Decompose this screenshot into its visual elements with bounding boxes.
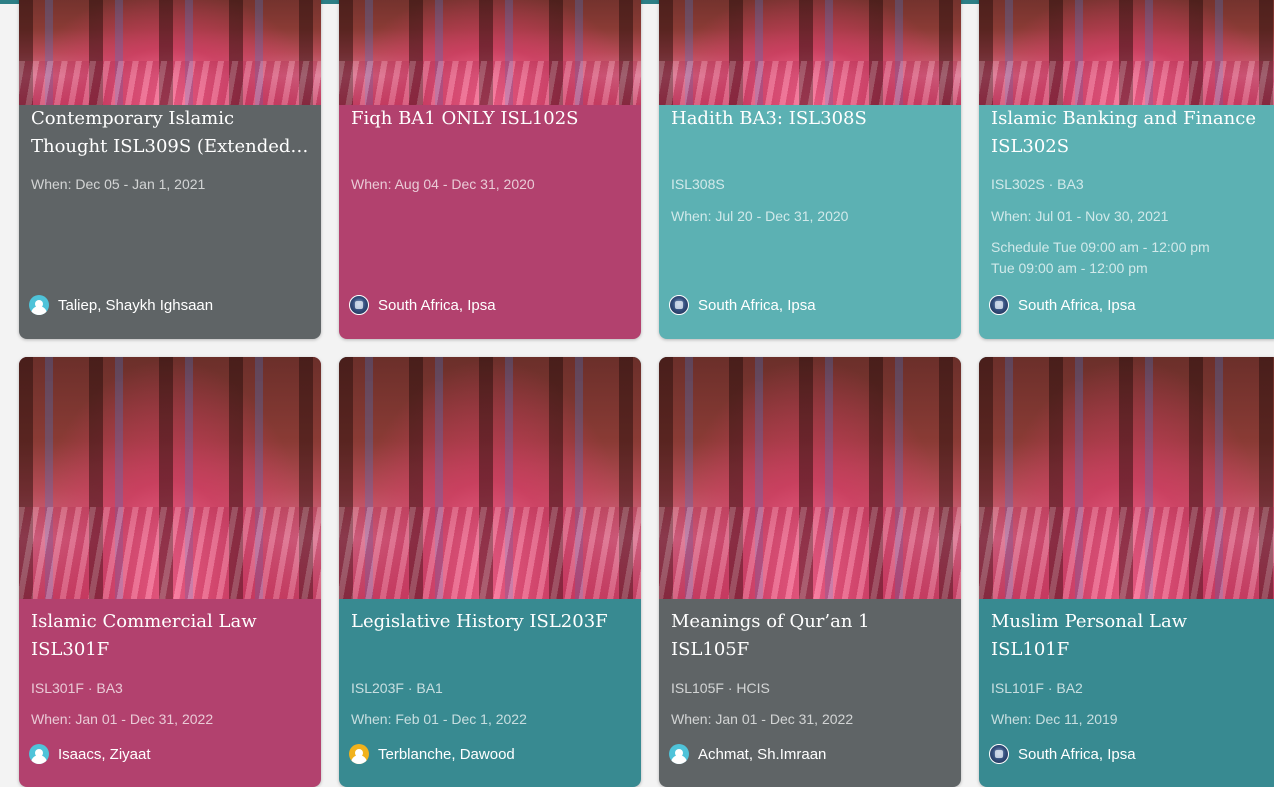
course-schedule: Schedule Tue 09:00 am - 12:00 pm <box>991 239 1210 255</box>
course-image <box>19 357 321 600</box>
course-title[interactable]: Contemporary Islamic Thought ISL309S (Ext… <box>31 105 311 161</box>
crest-icon <box>349 295 369 315</box>
course-dates: When: Jan 01 - Dec 31, 2022 <box>31 711 214 727</box>
course-instructor[interactable]: Achmat, Sh.Imraan <box>669 743 953 765</box>
course-card[interactable]: Contemporary Islamic Thought ISL309S (Ext… <box>19 0 321 339</box>
course-instructor[interactable]: South Africa, Ipsa <box>989 294 1273 316</box>
course-dates: When: Jan 01 - Dec 31, 2022 <box>671 711 854 727</box>
person-icon <box>669 744 689 764</box>
crest-icon <box>989 744 1009 764</box>
course-title[interactable]: Muslim Personal Law ISL101F <box>991 608 1271 664</box>
course-code: ISL203F · BA1 <box>351 680 443 696</box>
course-card[interactable]: Islamic Commercial Law ISL301F ISL301F · … <box>19 357 321 787</box>
course-dates: When: Dec 11, 2019 <box>991 711 1118 727</box>
course-title[interactable]: Hadith BA3: ISL308S <box>671 105 951 133</box>
course-instructor[interactable]: South Africa, Ipsa <box>669 294 953 316</box>
course-dates: When: Jul 20 - Dec 31, 2020 <box>671 208 849 224</box>
course-image <box>339 357 641 600</box>
course-title[interactable]: Meanings of Qur’an 1 ISL105F <box>671 608 951 664</box>
course-card[interactable]: Muslim Personal Law ISL101F ISL101F · BA2… <box>979 357 1274 787</box>
course-title[interactable]: Islamic Commercial Law ISL301F <box>31 608 311 664</box>
course-image <box>979 0 1274 105</box>
course-instructor[interactable]: Terblanche, Dawood <box>349 743 633 765</box>
course-code: ISL105F · HCIS <box>671 680 770 696</box>
course-instructor[interactable]: South Africa, Ipsa <box>989 743 1273 765</box>
course-instructor[interactable]: Isaacs, Ziyaat <box>29 743 313 765</box>
course-instructor[interactable]: South Africa, Ipsa <box>349 294 633 316</box>
course-dates: When: Jul 01 - Nov 30, 2021 <box>991 208 1169 224</box>
course-code: ISL302S · BA3 <box>991 176 1084 192</box>
course-instructor[interactable]: Taliep, Shaykh Ighsaan <box>29 294 313 316</box>
course-schedule: Tue 09:00 am - 12:00 pm <box>991 260 1148 276</box>
course-code: ISL101F · BA2 <box>991 680 1083 696</box>
course-dates: When: Feb 01 - Dec 1, 2022 <box>351 711 527 727</box>
course-title[interactable]: Islamic Banking and Finance ISL302S <box>991 105 1271 161</box>
course-image <box>659 0 961 105</box>
person-icon <box>29 744 49 764</box>
course-title[interactable]: Fiqh BA1 ONLY ISL102S <box>351 105 631 133</box>
course-code: ISL308S <box>671 176 725 192</box>
person-icon <box>29 295 49 315</box>
course-image <box>979 357 1274 600</box>
crest-icon <box>669 295 689 315</box>
person-icon <box>349 744 369 764</box>
course-image <box>659 357 961 600</box>
course-dates: When: Dec 05 - Jan 1, 2021 <box>31 176 206 192</box>
course-title[interactable]: Legislative History ISL203F <box>351 608 631 636</box>
course-card[interactable]: Fiqh BA1 ONLY ISL102S When: Aug 04 - Dec… <box>339 0 641 339</box>
crest-icon <box>989 295 1009 315</box>
course-card[interactable]: Islamic Banking and Finance ISL302S ISL30… <box>979 0 1274 339</box>
course-card[interactable]: Meanings of Qur’an 1 ISL105F ISL105F · H… <box>659 357 961 787</box>
course-card[interactable]: Legislative History ISL203F ISL203F · BA… <box>339 357 641 787</box>
course-card[interactable]: Hadith BA3: ISL308S ISL308S When: Jul 20… <box>659 0 961 339</box>
course-code: ISL301F · BA3 <box>31 680 123 696</box>
course-image <box>339 0 641 105</box>
course-dates: When: Aug 04 - Dec 31, 2020 <box>351 176 535 192</box>
course-image <box>19 0 321 105</box>
course-grid: Contemporary Islamic Thought ISL309S (Ext… <box>0 0 1274 787</box>
